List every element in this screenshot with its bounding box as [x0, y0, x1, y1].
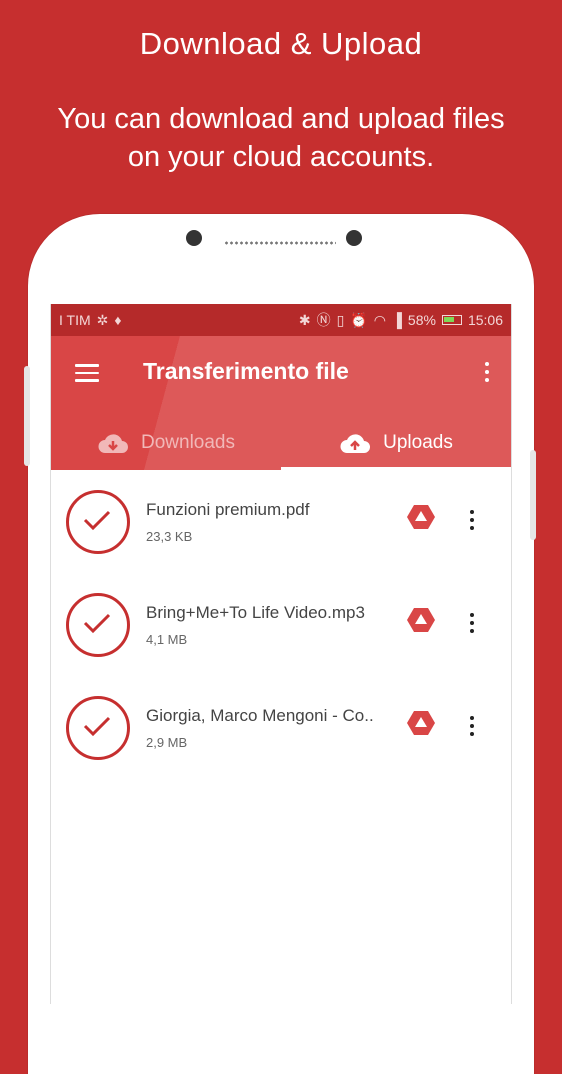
- check-circle-icon: [66, 490, 130, 554]
- upload-list: Funzioni premium.pdf 23,3 KB Bring+Me+To…: [51, 470, 511, 795]
- vibrate-icon: ▯: [336, 311, 345, 328]
- tab-downloads[interactable]: Downloads: [51, 416, 281, 470]
- wifi-icon: ◠: [373, 311, 386, 328]
- promo-subtitle: You can download and upload files on you…: [20, 100, 542, 176]
- app-bar: Transferimento file Downloads Uploads: [51, 336, 511, 470]
- carrier-label: I TIM: [59, 312, 91, 328]
- status-bar: I TIM ✲ ♦ ✱ Ⓝ ▯ ⏰ ◠ ▐ 58% 15:06: [51, 304, 511, 336]
- item-more-options-icon[interactable]: [468, 613, 476, 635]
- google-drive-icon[interactable]: [406, 710, 436, 736]
- promo-title: Download & Upload: [139, 26, 423, 61]
- battery-icon: [441, 315, 462, 325]
- app-title: Transferimento file: [143, 358, 349, 384]
- cloud-upload-icon: [340, 434, 371, 453]
- cloud-download-icon: [98, 434, 128, 453]
- file-size: 2,9 MB: [146, 735, 188, 750]
- earpiece-speaker: [224, 240, 336, 246]
- item-more-options-icon[interactable]: [468, 716, 476, 738]
- list-item[interactable]: Bring+Me+To Life Video.mp3 4,1 MB: [51, 589, 511, 692]
- notification-icon: ♦: [114, 312, 122, 328]
- google-drive-icon[interactable]: [406, 504, 436, 530]
- tab-uploads-label: Uploads: [383, 432, 453, 453]
- clock: 15:06: [467, 312, 503, 328]
- bluetooth-icon: ✱: [298, 311, 311, 328]
- phone-screen: I TIM ✲ ♦ ✱ Ⓝ ▯ ⏰ ◠ ▐ 58% 15:06 Transfer…: [50, 304, 512, 1004]
- tab-downloads-label: Downloads: [141, 432, 235, 453]
- proximity-sensor-icon: [346, 230, 362, 246]
- promo-subtitle-line1: You can download and upload files: [57, 103, 505, 135]
- file-name: Bring+Me+To Life Video.mp3: [146, 603, 365, 622]
- phone-side-button-right: [530, 450, 536, 540]
- tab-uploads[interactable]: Uploads: [281, 416, 511, 470]
- hamburger-menu-icon[interactable]: [75, 364, 99, 384]
- file-size: 23,3 KB: [146, 529, 193, 544]
- list-item[interactable]: Giorgia, Marco Mengoni - Co.. 2,9 MB: [51, 692, 511, 795]
- check-circle-icon: [66, 696, 130, 760]
- file-name: Funzioni premium.pdf: [146, 500, 310, 519]
- list-item[interactable]: Funzioni premium.pdf 23,3 KB: [51, 486, 511, 589]
- item-more-options-icon[interactable]: [468, 510, 476, 532]
- check-circle-icon: [66, 593, 130, 657]
- file-name: Giorgia, Marco Mengoni - Co..: [146, 706, 374, 725]
- alarm-icon: ⏰: [350, 311, 368, 328]
- nfc-icon: Ⓝ: [316, 312, 331, 328]
- tab-bar: Downloads Uploads: [51, 416, 511, 470]
- front-camera-icon: [186, 230, 202, 246]
- signal-icon: ▐: [392, 312, 402, 328]
- phone-side-button-left: [24, 366, 30, 466]
- more-options-icon[interactable]: [483, 362, 491, 386]
- promo-subtitle-line2: on your cloud accounts.: [127, 141, 435, 173]
- file-size: 4,1 MB: [146, 632, 188, 647]
- usb-icon: ✲: [96, 311, 109, 328]
- battery-percent: 58%: [407, 312, 436, 328]
- google-drive-icon[interactable]: [406, 607, 436, 633]
